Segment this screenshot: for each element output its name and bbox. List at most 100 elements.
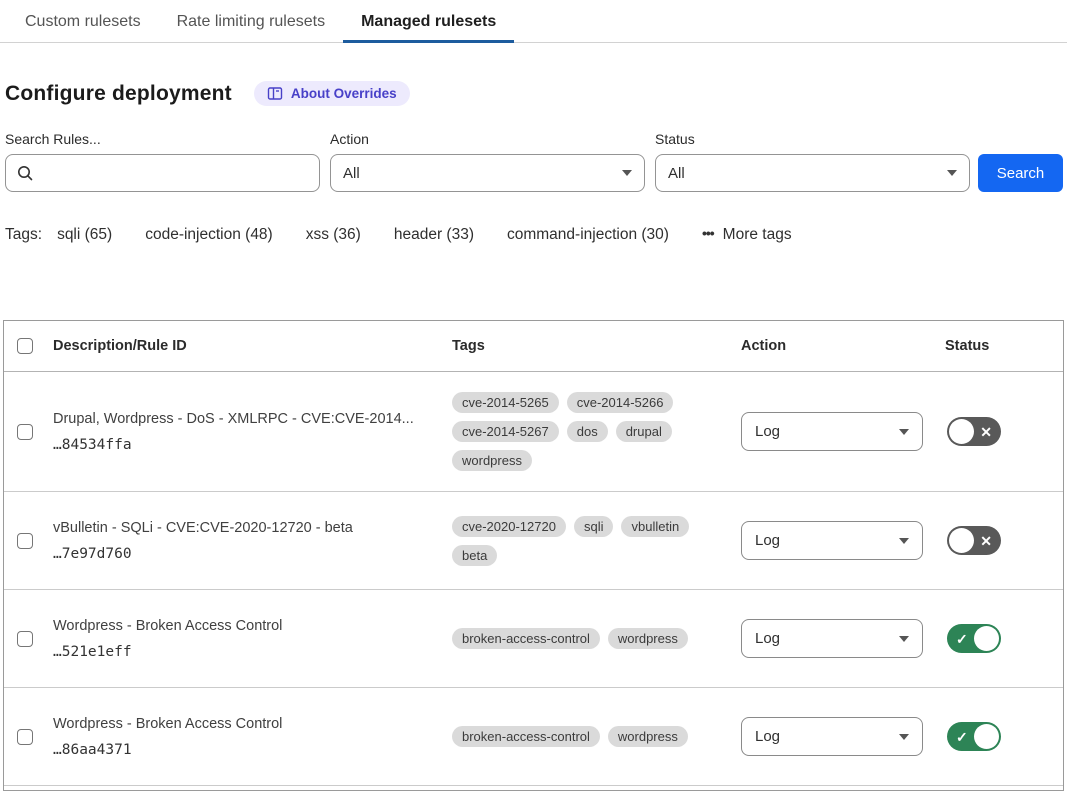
toggle-knob (974, 724, 999, 749)
toggle-knob (949, 419, 974, 444)
status-filter-label: Status (655, 131, 970, 147)
tag-pill: drupal (616, 421, 672, 442)
tab-rate-limiting-rulesets[interactable]: Rate limiting rulesets (159, 0, 344, 43)
rule-id: …521e1eff (53, 644, 433, 660)
tag-pill: cve-2014-5267 (452, 421, 559, 442)
table-row: Wordpress - Broken Access Control …86aa4… (4, 688, 1063, 786)
tag-pill: broken-access-control (452, 628, 600, 649)
row-checkbox[interactable] (17, 631, 33, 647)
status-toggle[interactable]: ✓ (947, 722, 1001, 751)
tag-filter-link[interactable]: code-injection (48) (145, 226, 273, 244)
search-rules-input[interactable] (42, 164, 307, 183)
more-tags-label: More tags (723, 226, 792, 244)
status-toggle[interactable]: ✓ (947, 624, 1001, 653)
tag-pill: beta (452, 545, 497, 566)
rule-tags: cve-2014-5265 cve-2014-5266 cve-2014-5267 d… (449, 392, 741, 471)
tag-pill: broken-access-control (452, 726, 600, 747)
chevron-down-icon (899, 429, 909, 435)
chevron-down-icon (899, 636, 909, 642)
column-header-action: Action (741, 338, 941, 354)
action-filter-group: Action All (330, 131, 645, 192)
tag-filter-link[interactable]: header (33) (394, 226, 474, 244)
tag-pill: wordpress (608, 628, 688, 649)
action-select-value: Log (755, 532, 780, 549)
about-overrides-badge[interactable]: About Overrides (254, 81, 410, 106)
tag-filter-link[interactable]: xss (36) (306, 226, 361, 244)
chevron-down-icon (947, 170, 957, 176)
tag-pill: cve-2020-12720 (452, 516, 566, 537)
action-select-value: Log (755, 728, 780, 745)
tags-bar-label: Tags: (5, 226, 42, 244)
search-rules-label: Search Rules... (5, 131, 320, 147)
row-checkbox[interactable] (17, 533, 33, 549)
tag-pill: vbulletin (621, 516, 689, 537)
check-icon: ✓ (956, 730, 968, 744)
table-row: vBulletin - SQLi - CVE:CVE-2020-12720 - … (4, 492, 1063, 590)
toggle-knob (974, 626, 999, 651)
column-header-tags: Tags (449, 338, 741, 354)
status-toggle[interactable]: ✕ (947, 417, 1001, 446)
action-filter-value: All (343, 165, 360, 182)
status-filter-select[interactable]: All (655, 154, 970, 192)
search-rules-input-box[interactable] (5, 154, 320, 192)
tag-pill: dos (567, 421, 608, 442)
row-checkbox[interactable] (17, 729, 33, 745)
action-select-value: Log (755, 423, 780, 440)
search-icon (16, 164, 34, 182)
chevron-down-icon (899, 734, 909, 740)
filter-bar: Search Rules... Action All Status All Se… (5, 131, 1063, 192)
table-row: Wordpress - Broken Access Control …521e1… (4, 590, 1063, 688)
action-filter-select[interactable]: All (330, 154, 645, 192)
rule-tags: cve-2020-12720 sqli vbulletin beta (449, 516, 741, 566)
tag-pill: cve-2014-5265 (452, 392, 559, 413)
tag-filter-link[interactable]: sqli (65) (57, 226, 112, 244)
rules-table: Description/Rule ID Tags Action Status D… (3, 320, 1064, 791)
tab-custom-rulesets[interactable]: Custom rulesets (7, 0, 159, 43)
tag-pill: cve-2014-5266 (567, 392, 674, 413)
rule-title: Drupal, Wordpress - DoS - XMLRPC - CVE:C… (53, 410, 433, 429)
status-filter-value: All (668, 165, 685, 182)
tab-bar: Custom rulesets Rate limiting rulesets M… (0, 0, 1067, 43)
heading-row: Configure deployment About Overrides (5, 81, 1067, 106)
chevron-down-icon (899, 538, 909, 544)
rule-title: Wordpress - Broken Access Control (53, 715, 433, 734)
rule-title: vBulletin - SQLi - CVE:CVE-2020-12720 - … (53, 519, 433, 538)
toggle-knob (949, 528, 974, 553)
action-filter-label: Action (330, 131, 645, 147)
page-title: Configure deployment (5, 82, 232, 106)
status-toggle[interactable]: ✕ (947, 526, 1001, 555)
tag-pill: wordpress (452, 450, 532, 471)
action-select-value: Log (755, 630, 780, 647)
column-header-status: Status (941, 338, 1063, 354)
tag-pill: wordpress (608, 726, 688, 747)
rule-id: …86aa4371 (53, 742, 433, 758)
search-button[interactable]: Search (978, 154, 1063, 192)
tag-filter-link[interactable]: command-injection (30) (507, 226, 669, 244)
rule-tags: broken-access-control wordpress (449, 726, 741, 747)
tab-managed-rulesets[interactable]: Managed rulesets (343, 0, 514, 43)
table-header-row: Description/Rule ID Tags Action Status (4, 321, 1063, 372)
action-select[interactable]: Log (741, 521, 923, 560)
action-select[interactable]: Log (741, 412, 923, 451)
action-select[interactable]: Log (741, 717, 923, 756)
tag-pill: sqli (574, 516, 614, 537)
status-filter-group: Status All (655, 131, 970, 192)
column-header-description: Description/Rule ID (53, 338, 449, 354)
rule-id: …7e97d760 (53, 546, 433, 562)
more-tags-button[interactable]: ••• More tags (702, 226, 792, 244)
rule-tags: broken-access-control wordpress (449, 628, 741, 649)
ellipsis-icon: ••• (702, 225, 714, 241)
tags-bar: Tags: sqli (65) code-injection (48) xss (3… (5, 226, 1067, 244)
select-all-checkbox[interactable] (17, 338, 33, 354)
x-icon: ✕ (980, 534, 992, 548)
rule-title: Wordpress - Broken Access Control (53, 617, 433, 636)
x-icon: ✕ (980, 425, 992, 439)
row-checkbox[interactable] (17, 424, 33, 440)
about-overrides-label: About Overrides (291, 86, 397, 101)
tags-bar-list: sqli (65) code-injection (48) xss (36) head… (57, 226, 702, 244)
check-icon: ✓ (956, 632, 968, 646)
search-rules-group: Search Rules... (5, 131, 320, 192)
rule-id: …84534ffa (53, 437, 433, 453)
book-icon (267, 86, 283, 101)
action-select[interactable]: Log (741, 619, 923, 658)
